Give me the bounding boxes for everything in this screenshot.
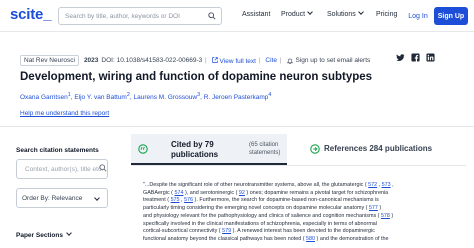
reference-link[interactable]: 579 [222,228,231,234]
excerpt-line: particularly timing considering the emer… [143,205,469,213]
author-name: Oxana Garritsen [20,94,68,102]
search-icon[interactable] [99,164,107,172]
quote-bubble-icon [138,144,148,154]
excerpt-text: , [390,182,394,188]
order-by-value: Order By: Relevance [22,195,83,202]
facebook-icon[interactable] [411,53,420,62]
excerpt-text: ). Furthermore, the search for dopamine-… [193,197,379,204]
linkedin-icon[interactable] [426,53,435,62]
reference-link[interactable]: 577 [369,205,378,211]
excerpt-text: GABAergic ( [143,189,175,196]
author-affiliation: 2 [126,92,130,98]
nav-pricing[interactable]: Pricing [376,11,397,18]
tab-cited-by[interactable]: Cited by 79 publications (65 citation st… [131,134,287,165]
author-name: Eljo Y. van Battum [74,94,127,102]
publication-year: 2023 [83,57,99,64]
paper-sections-toggle[interactable]: Paper Sections [16,230,72,239]
scite-logo[interactable]: scite_ [10,6,52,23]
email-alert-label: Sign up to set email alerts [295,57,371,64]
author-link[interactable]: Laurens M. Grossouw3 [133,92,201,102]
reference-link[interactable]: 576 [184,197,193,203]
excerpt-line: cortical-subcortical connectivity ( 579 … [143,228,469,236]
excerpt-line: specifically involved in the clinical ma… [143,221,469,229]
excerpt-line: functional anatomy beyond the classical … [143,236,469,244]
excerpt-text: cortical-subcortical connectivity ( [143,228,223,235]
excerpt-text: ) [377,205,382,212]
author-affiliation: 3 [197,92,201,98]
top-header: scite_ Search by title, author, keywords… [0,0,474,32]
signup-button[interactable]: Sign Up [434,7,468,25]
excerpt-text: "...Despite the significant role of othe… [143,182,369,188]
nav-product-label: Product [281,11,306,18]
author-affiliation: 1 [67,92,71,98]
nav-product[interactable]: Product [281,9,313,18]
tab-references[interactable]: References 284 publications [302,134,466,165]
nav-solutions-label: Solutions [327,11,356,18]
excerpt-text: specifically involved in the clinical ma… [143,220,378,227]
article-title: Development, wiring and function of dopa… [20,71,373,83]
chevron-down-icon [66,230,72,236]
separator: | [277,57,282,64]
order-by-select[interactable]: Order By: Relevance [16,188,108,208]
search-icon [207,12,216,20]
excerpt-text: functional anatomy beyond the classical … [143,235,307,242]
references-icon [310,144,320,154]
cite-link[interactable]: Cite [265,57,277,64]
author-name: R. Jeroen Pasterkamp [203,94,269,102]
view-full-text-link[interactable]: View full text [211,56,256,65]
login-button[interactable]: Log In [404,8,432,24]
excerpt-text: ), and serotoninergic ( [183,189,239,196]
separator: | [256,57,261,64]
excerpt-text: and physiology relevant for the pathophy… [143,212,381,219]
author-link[interactable]: Oxana Garritsen1 [20,92,71,102]
author-affiliation: 4 [268,92,272,98]
paper-sections-label: Paper Sections [16,232,63,239]
separator: | [203,57,207,64]
author-list: Oxana Garritsen1, Eljo Y. van Battum2, L… [20,92,272,102]
reference-link[interactable]: 578 [381,213,390,219]
twitter-icon[interactable] [396,53,405,62]
citation-search-input[interactable]: Context, author(s), title etc. [16,159,108,179]
tab-references-label: References 284 publications [324,144,433,153]
chevron-down-icon [307,9,313,15]
citation-excerpt: "...Despite the significant role of othe… [143,182,469,244]
nav-solutions[interactable]: Solutions [327,9,364,18]
tabs-baseline [131,165,466,166]
external-link-icon [211,56,218,63]
section-divider [0,126,474,127]
nav-assistant[interactable]: Assistant [242,11,270,18]
excerpt-text: ) [389,212,394,219]
email-alert-link[interactable]: Sign up to set email alerts [287,57,370,64]
excerpt-line: "...Despite the significant role of othe… [143,182,469,190]
author-link[interactable]: Eljo Y. van Battum2 [74,92,130,102]
journal-badge: Nat Rev Neurosci [20,55,79,66]
author-name: Laurens M. Grossouw [133,94,198,102]
excerpt-text: ) and the demonstration of the [315,235,389,242]
author-link[interactable]: R. Jeroen Pasterkamp4 [203,92,272,102]
excerpt-text: treatment ( [143,197,171,204]
bell-icon [287,58,294,64]
reference-link[interactable]: 573 [382,182,391,188]
view-full-text-label: View full text [219,57,256,65]
share-buttons [396,53,435,62]
excerpt-text: ) ones; dopamine remains a pivotal targe… [244,189,389,196]
excerpt-line: and physiology relevant for the pathophy… [143,213,469,221]
tab-cited-by-label: Cited by 79 publications [171,140,219,159]
excerpt-line: GABAergic ( 574 ), and serotoninergic ( … [143,190,469,198]
citation-search-label: Search citation statements [16,147,99,154]
excerpt-text: ). A renewed interest has been devoted t… [231,228,375,235]
doi-text: DOI: 10.1038/s41583-022-00669-3 [101,57,203,64]
reference-link[interactable]: 575 [171,197,180,203]
chevron-down-icon [94,195,100,201]
tab-cited-by-count: (65 citation statements) [249,142,281,156]
article-meta: Nat Rev Neurosci 2023 DOI: 10.1038/s4158… [20,55,370,66]
search-input[interactable]: Search by title, author, keywords or DOI [58,7,222,25]
reference-link[interactable]: 580 [306,236,315,242]
search-button[interactable] [202,8,221,24]
reference-link[interactable]: 572 [368,182,377,188]
help-understand-link[interactable]: Help me understand this report [20,110,109,117]
excerpt-line: treatment ( 575 , 576 ). Furthermore, th… [143,197,469,205]
excerpt-text: particularly timing considering the emer… [143,205,369,212]
chevron-down-icon [357,9,364,15]
